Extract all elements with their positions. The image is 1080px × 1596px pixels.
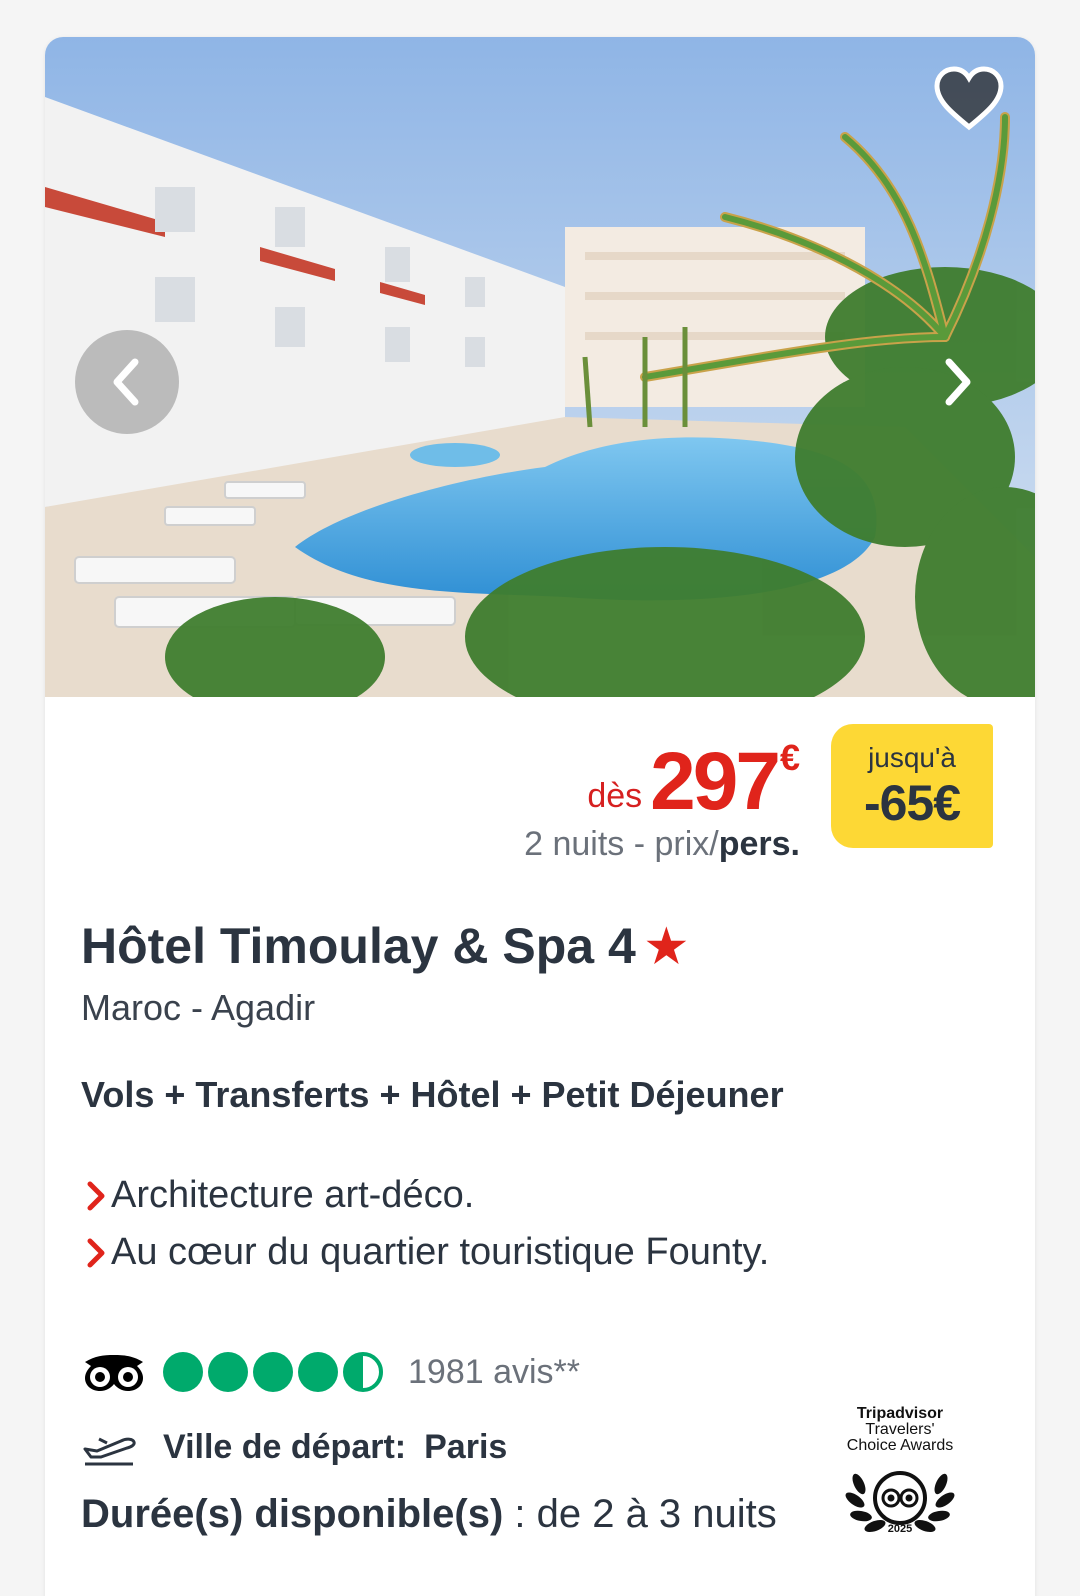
hotel-photo-image (45, 37, 1035, 697)
award-line2: Travelers' (865, 1421, 935, 1438)
departure-info: Ville de départ: Paris (81, 1427, 507, 1467)
favorite-button[interactable] (932, 65, 1006, 133)
rating-bubble-full (208, 1352, 248, 1392)
highlight-item: Architecture art-déco. (81, 1167, 769, 1224)
price-subtitle-prefix: 2 nuits - prix/ (524, 825, 719, 863)
tripadvisor-rating[interactable]: 1981 avis** (81, 1352, 580, 1392)
highlights-list: Architecture art-déco. Au cœur du quarti… (81, 1167, 769, 1281)
rating-bubble-full (298, 1352, 338, 1392)
price-from-label: dès (587, 777, 643, 815)
chevron-left-icon (113, 358, 139, 406)
carousel-next-button[interactable] (905, 330, 1009, 434)
rating-bubble-full (163, 1352, 203, 1392)
price-line: dès 297 € (524, 737, 800, 827)
chevron-right-icon (945, 358, 971, 406)
travelers-choice-award: Tripadvisor Travelers' Choice Awards 202… (835, 1405, 965, 1535)
hotel-location: Maroc - Agadir (81, 987, 316, 1028)
price-block: dès 297 € 2 nuits - prix/pers. (524, 737, 800, 864)
award-year: 2025 (887, 1523, 913, 1535)
heart-icon (934, 66, 1004, 131)
chevron-right-red-icon (87, 1181, 105, 1210)
tripadvisor-owl-icon (85, 1355, 143, 1391)
price-subtitle-bold: pers. (718, 825, 800, 863)
highlight-item: Au cœur du quartier touristique Founty. (81, 1224, 769, 1281)
carousel-prev-button[interactable] (75, 330, 179, 434)
rating-bubbles (163, 1352, 388, 1392)
plane-takeoff-icon (83, 1437, 136, 1466)
duration-label: Durée(s) disponible(s) (81, 1492, 504, 1536)
price-subtitle: 2 nuits - prix/pers. (524, 825, 800, 864)
star-icon: ★ (645, 920, 688, 972)
hotel-name[interactable]: Hôtel Timoulay & Spa 4 (81, 917, 636, 975)
award-line3: Choice Awards (846, 1437, 954, 1454)
discount-label: jusqu'à (868, 742, 956, 773)
price-currency: € (779, 737, 800, 778)
discount-value: -65€ (863, 775, 961, 831)
award-brand: Tripadvisor (856, 1405, 944, 1422)
duration-value: : de 2 à 3 nuits (503, 1492, 777, 1536)
rating-bubble-full (253, 1352, 293, 1392)
package-description: Vols + Transferts + Hôtel + Petit Déjeun… (81, 1074, 784, 1115)
rating-bubble-half (343, 1352, 383, 1392)
chevron-right-red-icon (87, 1238, 105, 1267)
highlight-text: Architecture art-déco. (111, 1174, 475, 1216)
highlight-text: Au cœur du quartier touristique Founty. (111, 1231, 770, 1273)
departure-city: Paris (424, 1427, 508, 1466)
departure-label: Ville de départ: (163, 1427, 407, 1466)
price-amount: 297 (650, 736, 781, 827)
hotel-photo[interactable] (45, 37, 1035, 697)
review-count[interactable]: 1981 avis** (408, 1353, 580, 1392)
hotel-card[interactable]: dès 297 € 2 nuits - prix/pers. jusqu'à -… (45, 37, 1035, 1596)
hotel-title[interactable]: Hôtel Timoulay & Spa 4 ★ (81, 917, 687, 975)
discount-badge: jusqu'à -65€ (831, 724, 993, 848)
duration-info: Durée(s) disponible(s) : de 2 à 3 nuits (81, 1492, 777, 1537)
